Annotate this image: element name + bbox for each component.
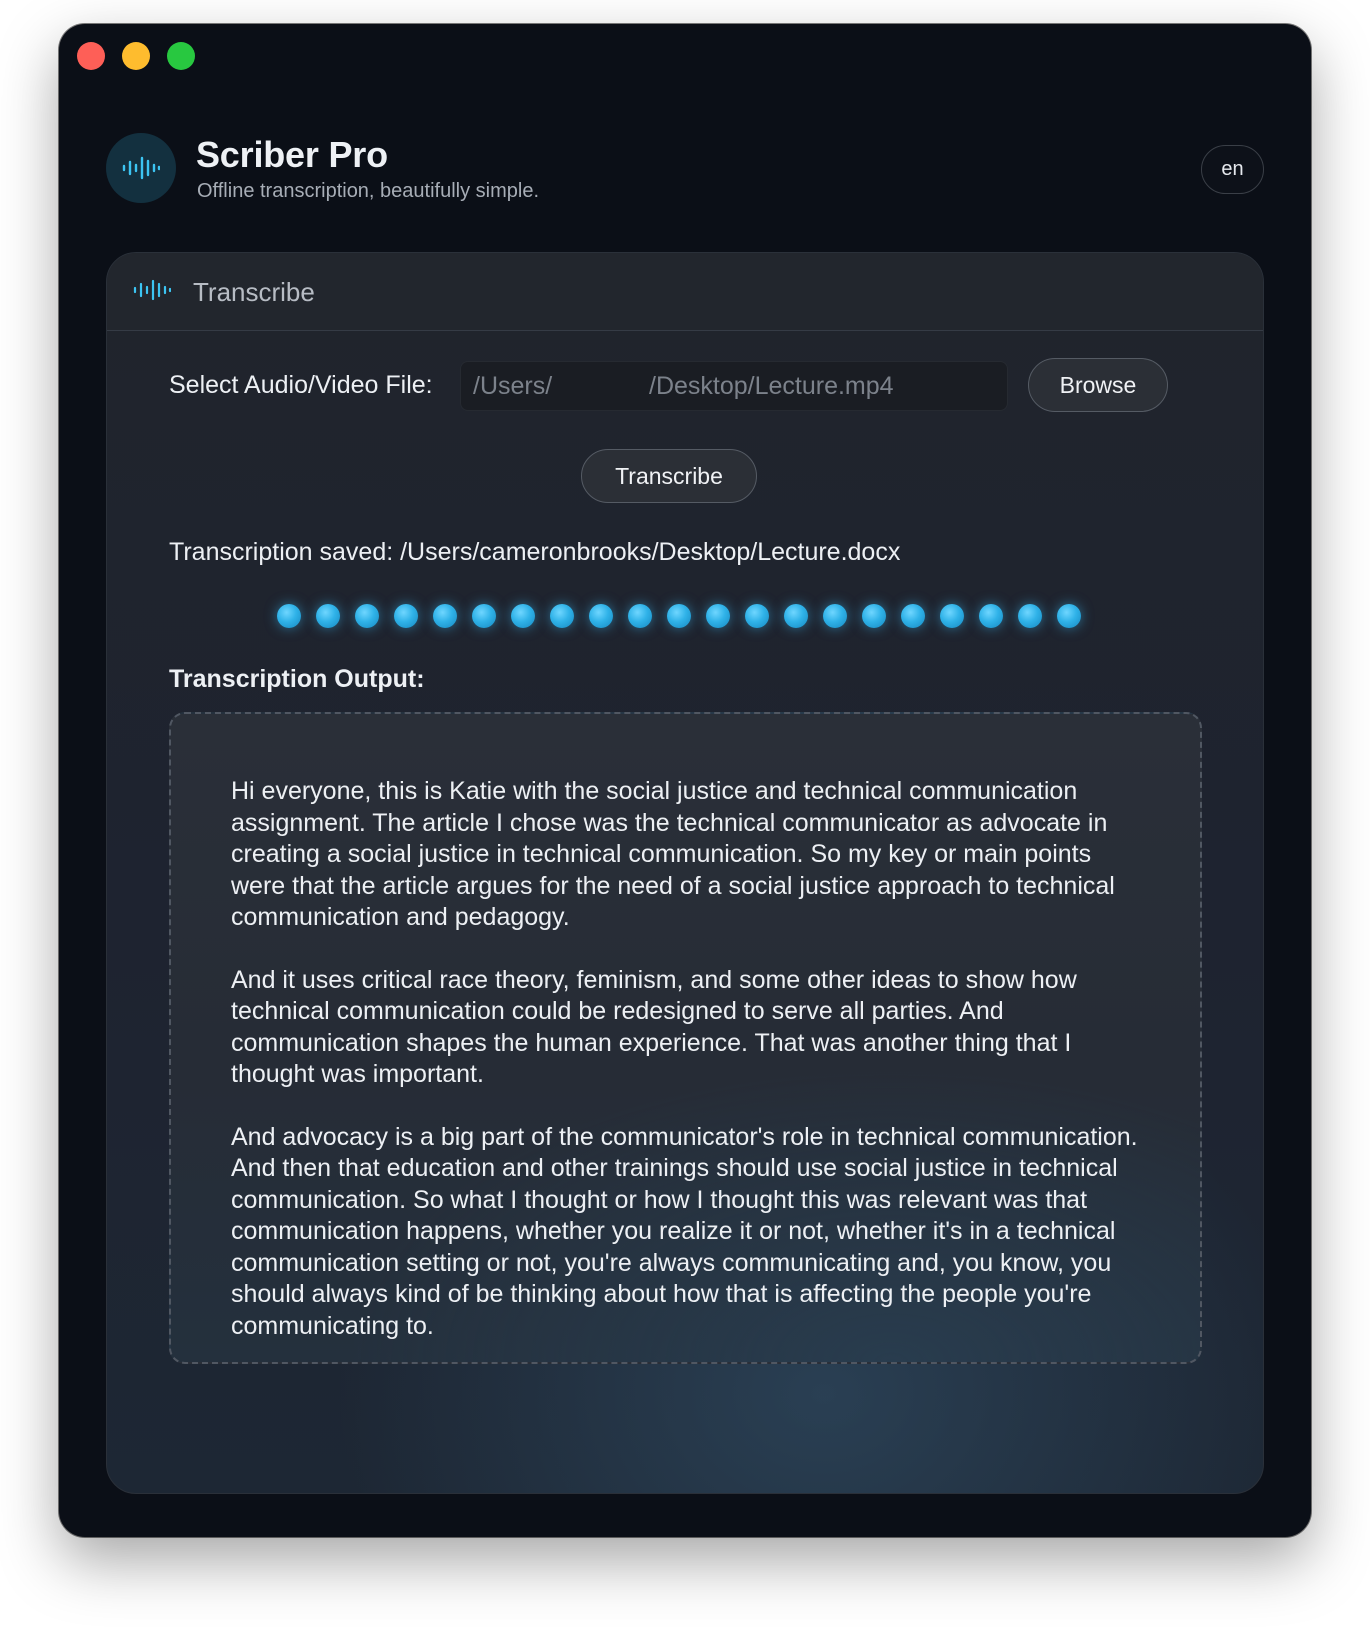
progress-dot — [589, 604, 613, 628]
progress-dot — [667, 604, 691, 628]
progress-dot — [901, 604, 925, 628]
progress-dot — [277, 604, 301, 628]
progress-dot — [784, 604, 808, 628]
progress-dot — [511, 604, 535, 628]
app-logo — [106, 133, 176, 203]
card-header-title: Transcribe — [193, 277, 315, 307]
progress-dot — [316, 604, 340, 628]
progress-dot — [979, 604, 1003, 628]
close-window-button[interactable] — [77, 42, 105, 70]
progress-dot — [433, 604, 457, 628]
progress-dot — [355, 604, 379, 628]
output-paragraph: Hi everyone, this is Katie with the soci… — [231, 777, 1115, 931]
language-button[interactable]: en — [1201, 145, 1264, 194]
progress-dot — [706, 604, 730, 628]
app-window: Scriber Pro Offline transcription, beaut… — [59, 24, 1311, 1537]
file-path-start: /Users/ — [473, 371, 553, 400]
output-label: Transcription Output: — [169, 665, 425, 693]
progress-dot — [1018, 604, 1042, 628]
progress-dot — [550, 604, 574, 628]
transcription-output[interactable]: Hi everyone, this is Katie with the soci… — [169, 712, 1202, 1364]
waveform-icon — [133, 279, 172, 306]
progress-dot — [1057, 604, 1081, 628]
minimize-window-button[interactable] — [122, 42, 150, 70]
output-paragraph: And advocacy is a big part of the commun… — [231, 1122, 1138, 1340]
progress-dot — [472, 604, 496, 628]
status-message: Transcription saved: /Users/cameronbrook… — [169, 538, 901, 566]
file-path-field[interactable]: /Users/ /Desktop/Lecture.mp4 — [460, 361, 1008, 411]
progress-dot — [745, 604, 769, 628]
card-header: Transcribe — [107, 253, 1263, 331]
transcribe-button[interactable]: Transcribe — [581, 449, 757, 503]
progress-dot — [862, 604, 886, 628]
zoom-window-button[interactable] — [167, 42, 195, 70]
output-paragraph: And it uses critical race theory, femini… — [231, 965, 1077, 1089]
file-path-end: /Desktop/Lecture.mp4 — [649, 371, 894, 400]
progress-dot — [940, 604, 964, 628]
progress-dot — [394, 604, 418, 628]
waveform-icon — [122, 156, 160, 180]
file-select-label: Select Audio/Video File: — [169, 371, 433, 399]
progress-indicator — [277, 604, 1081, 628]
transcribe-card: Transcribe Select Audio/Video File: /Use… — [106, 252, 1264, 1494]
window-controls — [77, 42, 195, 70]
browse-button[interactable]: Browse — [1028, 358, 1168, 412]
progress-dot — [823, 604, 847, 628]
app-title: Scriber Pro — [196, 134, 388, 175]
app-subtitle: Offline transcription, beautifully simpl… — [197, 180, 540, 202]
progress-dot — [628, 604, 652, 628]
